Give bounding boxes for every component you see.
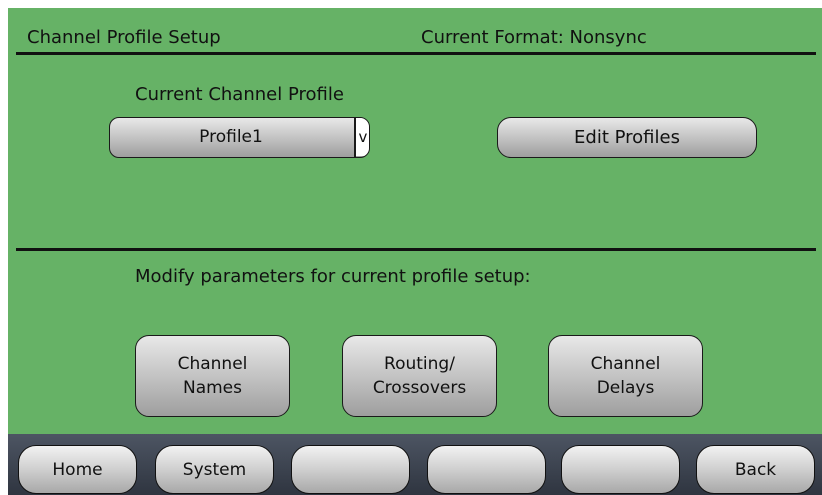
chevron-down-icon[interactable]: v xyxy=(356,118,369,156)
page-title: Channel Profile Setup xyxy=(27,27,221,48)
back-button[interactable]: Back xyxy=(696,445,815,494)
nav-empty-button-1[interactable] xyxy=(291,445,410,494)
channel-names-line2: Names xyxy=(182,378,242,398)
routing-crossovers-line2: Crossovers xyxy=(372,378,467,398)
channel-profile-dropdown[interactable]: Profile1 v xyxy=(109,117,370,158)
channel-delays-line1: Channel xyxy=(590,354,661,374)
dropdown-value: Profile1 xyxy=(199,127,263,147)
current-channel-profile-label: Current Channel Profile xyxy=(135,84,344,105)
header-divider xyxy=(16,52,816,55)
routing-crossovers-button[interactable]: Routing/ Crossovers xyxy=(342,335,497,417)
modify-parameters-label: Modify parameters for current profile se… xyxy=(135,266,531,287)
channel-delays-button[interactable]: Channel Delays xyxy=(548,335,703,417)
edit-profiles-button[interactable]: Edit Profiles xyxy=(497,117,757,158)
nav-empty-button-2[interactable] xyxy=(427,445,546,494)
home-button[interactable]: Home xyxy=(18,445,137,494)
routing-crossovers-line1: Routing/ xyxy=(384,354,455,374)
nav-empty-button-3[interactable] xyxy=(561,445,680,494)
current-format-label: Current Format: Nonsync xyxy=(421,27,647,48)
channel-delays-line2: Delays xyxy=(596,378,655,398)
section-divider xyxy=(16,248,816,251)
system-button[interactable]: System xyxy=(155,445,274,494)
channel-names-button[interactable]: Channel Names xyxy=(135,335,290,417)
screen: Channel Profile Setup Current Format: No… xyxy=(0,0,822,495)
channel-names-line1: Channel xyxy=(177,354,248,374)
